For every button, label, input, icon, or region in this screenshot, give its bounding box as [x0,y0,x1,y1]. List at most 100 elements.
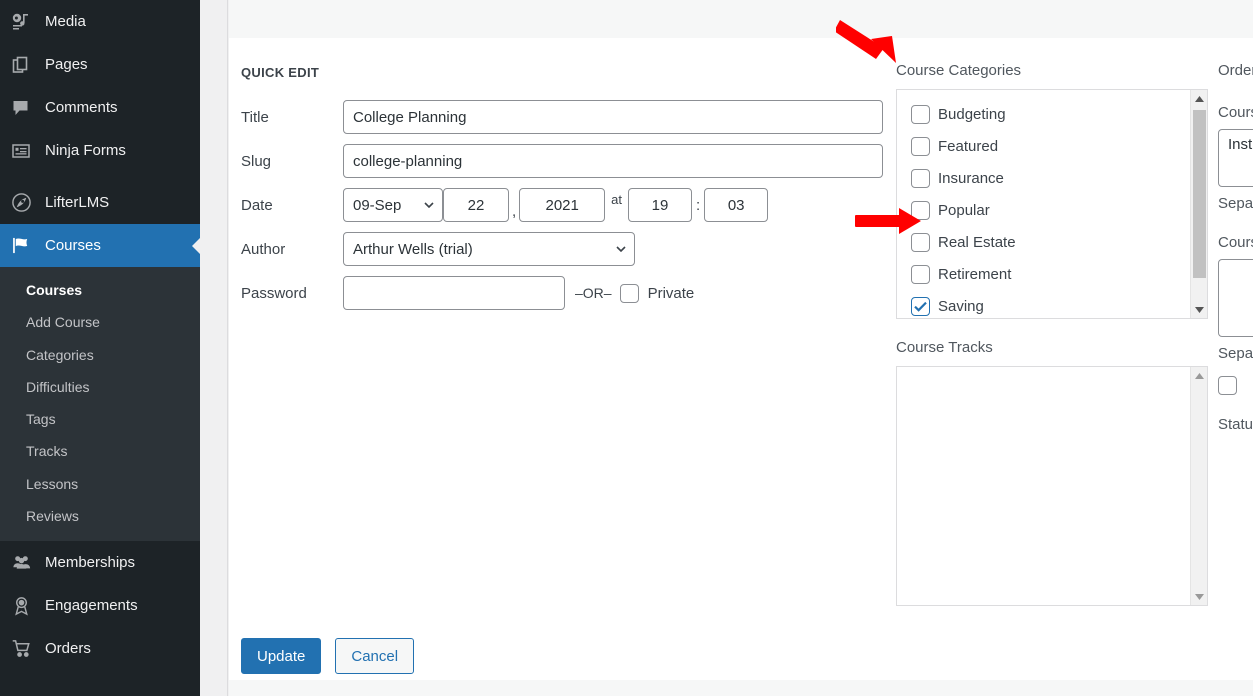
categories-scrollbar[interactable] [1190,90,1207,318]
field-row-password: Password –OR– Private [241,276,901,310]
sidebar-item-label: Memberships [45,554,136,572]
category-checkbox[interactable] [911,168,930,188]
sidebar-item-label: Ninja Forms [45,142,126,159]
category-item-saving[interactable]: Saving [911,290,1207,318]
scroll-down-arrow-icon[interactable] [1191,301,1207,318]
sidebar-item-label: Orders [45,640,91,658]
category-checkbox[interactable] [911,296,930,316]
sidebar-item-media[interactable]: Media [0,0,200,43]
engagements-icon [11,596,41,616]
sidebar-item-engagements[interactable]: Engagements [0,584,200,627]
date-comma: , [512,203,517,220]
panel-bottom-strip [229,682,1253,696]
quick-edit-panel: QUICK EDIT Title Slug Date 09-Sep [229,38,1253,680]
chevron-down-icon [616,246,626,252]
date-day-input[interactable] [443,188,509,222]
orders-icon [11,639,41,659]
order-label: Order [1218,62,1253,79]
course-categories-title: Course Categories [896,62,1022,79]
submenu-item-tracks[interactable]: Tracks [0,435,200,467]
admin-sidebar: Media Pages Comments Ninja Forms LifterL… [0,0,200,696]
sidebar-item-label: Media [45,13,86,30]
media-icon [11,12,41,32]
slug-label: Slug [241,152,272,170]
separate-hint-2: Separate [1218,345,1253,362]
submenu-item-add-course[interactable]: Add Course [0,306,200,338]
sidebar-item-orders[interactable]: Orders [0,627,200,670]
right-meta-column: Order Course Instructors Instructor Sepa… [1218,62,1253,433]
submenu-item-courses[interactable]: Courses [0,274,200,306]
sidebar-item-label: Courses [45,237,101,254]
category-checkbox[interactable] [911,200,930,220]
sidebar-item-courses[interactable]: Courses [0,224,200,267]
course-field-input[interactable] [1218,259,1253,337]
category-label: Real Estate [938,233,1016,251]
update-button[interactable]: Update [241,638,322,674]
comments-icon [11,98,41,118]
right-column-checkbox[interactable] [1218,376,1237,395]
sidebar-item-label: Engagements [45,597,138,615]
submenu-item-reviews[interactable]: Reviews [0,500,200,532]
submenu-item-lessons[interactable]: Lessons [0,468,200,500]
category-item-popular[interactable]: Popular [911,194,1207,226]
check-icon [914,301,927,312]
date-month-select[interactable]: 09-Sep [343,188,443,222]
or-separator-label: –OR– [575,285,612,301]
date-label: Date [241,196,273,214]
tracks-scrollbar[interactable] [1190,367,1207,605]
private-checkbox[interactable] [619,283,639,303]
course-instructors-input[interactable]: Instructor [1218,129,1253,187]
category-label: Saving [938,297,984,315]
submenu-item-tags[interactable]: Tags [0,403,200,435]
category-checkbox[interactable] [911,104,930,124]
sidebar-item-comments[interactable]: Comments [0,86,200,129]
sidebar-item-label: Pages [45,56,88,73]
sidebar-divider [0,172,200,181]
password-input[interactable] [343,276,565,310]
title-input[interactable] [343,100,883,134]
sidebar-item-memberships[interactable]: Memberships [0,541,200,584]
slug-input[interactable] [343,144,883,178]
scroll-up-arrow-icon[interactable] [1191,90,1207,107]
quick-edit-actions: Update Cancel [241,638,415,674]
courses-icon [11,236,41,256]
sidebar-item-pages[interactable]: Pages [0,43,200,86]
category-label: Budgeting [938,105,1006,123]
date-minute-input[interactable] [704,188,769,222]
category-item-real-estate[interactable]: Real Estate [911,226,1207,258]
course-categories-list: Budgeting Featured Insurance Popular Rea… [897,90,1207,318]
quick-edit-form: Title Slug Date 09-Sep , at [241,100,901,320]
scroll-down-arrow-icon[interactable] [1191,588,1207,605]
sidebar-item-ninja-forms[interactable]: Ninja Forms [0,129,200,172]
date-month-value: 09-Sep [353,196,402,214]
date-hour-input[interactable] [628,188,693,222]
category-label: Popular [938,201,990,219]
submenu-item-difficulties[interactable]: Difficulties [0,371,200,403]
author-select[interactable]: Arthur Wells (trial) [343,232,635,266]
category-label: Featured [938,137,999,155]
category-label: Insurance [938,169,1004,187]
category-item-budgeting[interactable]: Budgeting [911,98,1207,130]
scrollbar-thumb[interactable] [1193,110,1206,278]
category-item-featured[interactable]: Featured [911,130,1207,162]
pages-icon [11,55,41,75]
category-item-insurance[interactable]: Insurance [911,162,1207,194]
cancel-button[interactable]: Cancel [335,638,415,674]
category-item-retirement[interactable]: Retirement [911,258,1207,290]
quick-edit-heading: QUICK EDIT [241,65,320,80]
scroll-up-arrow-icon[interactable] [1191,367,1207,384]
sidebar-item-label: LifterLMS [45,194,110,211]
course-tracks-list [897,367,1207,375]
sidebar-item-lifterlms[interactable]: LifterLMS [0,181,200,224]
separate-hint-1: Separate [1218,195,1253,212]
date-year-input[interactable] [519,188,606,222]
field-row-author: Author Arthur Wells (trial) [241,232,901,266]
date-at-label: at [611,192,623,207]
category-checkbox[interactable] [911,232,930,252]
course-tracks-title: Course Tracks [896,339,993,356]
submenu-item-categories[interactable]: Categories [0,339,200,371]
category-checkbox[interactable] [911,264,930,284]
sidebar-gutter [200,0,228,696]
course-field-label: Course [1218,234,1253,251]
category-checkbox[interactable] [911,136,930,156]
